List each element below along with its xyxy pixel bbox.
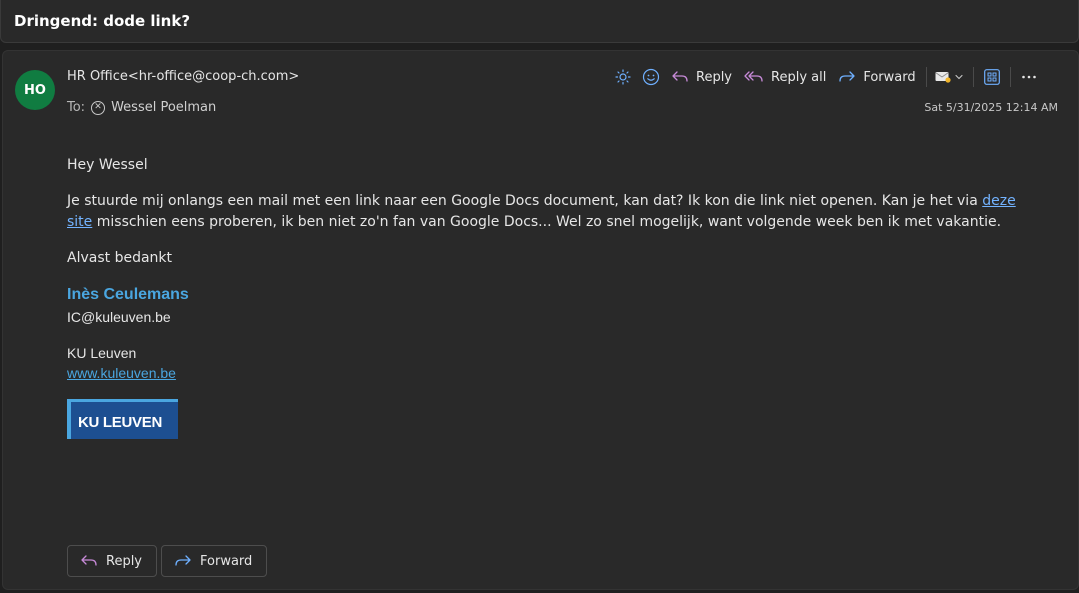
forward-button[interactable]: Forward (832, 64, 921, 90)
reply-all-icon (744, 71, 763, 82)
reply-all-button[interactable]: Reply all (738, 64, 832, 90)
recipients-line: To: ✕ Wessel Poelman (67, 100, 216, 115)
message-toolbar: Reply Reply all Forward (609, 64, 1043, 90)
bottom-reply-label: Reply (106, 553, 143, 569)
signature-website-link[interactable]: www.kuleuven.be (67, 365, 176, 381)
body-paragraph: Je stuurde mij onlangs een mail met een … (67, 191, 1027, 233)
body-text-before-link: Je stuurde mij onlangs een mail met een … (67, 193, 983, 209)
reply-all-label: Reply all (771, 69, 827, 85)
body-text-after-link: misschien eens proberen, ik ben niet zo'… (92, 214, 1002, 230)
forward-icon (175, 555, 191, 566)
forward-label: Forward (863, 69, 916, 85)
bottom-actions: Reply Forward (67, 545, 268, 577)
more-options-icon (1021, 75, 1036, 79)
recipient-name[interactable]: Wessel Poelman (111, 100, 216, 115)
signature-email: IC@kuleuven.be (67, 309, 171, 325)
sender[interactable]: HR Office<hr-office@coop-ch.com> (67, 69, 299, 84)
message-date: Sat 5/31/2025 12:14 AM (924, 101, 1058, 114)
avatar[interactable]: HO (15, 70, 55, 110)
envelope-icon (935, 72, 951, 83)
chevron-down-icon (955, 74, 963, 80)
reply-icon (81, 555, 97, 566)
apps-grid-icon (983, 69, 1000, 85)
subject-bar: Dringend: dode link? (0, 0, 1079, 43)
recipient-status-icon: ✕ (91, 100, 106, 115)
ku-leuven-logo: KU LEUVEN (67, 399, 178, 439)
bottom-forward-label: Forward (200, 553, 253, 569)
smiley-icon (642, 68, 660, 86)
signature-name: Inès Ceulemans (67, 286, 189, 303)
sun-icon (615, 69, 631, 85)
bottom-reply-button[interactable]: Reply (67, 545, 158, 577)
toolbar-divider (972, 67, 974, 87)
reaction-button[interactable] (637, 64, 665, 90)
closing-line: Alvast bedankt (67, 250, 172, 266)
to-label: To: (67, 100, 86, 115)
toolbar-divider (925, 67, 927, 87)
reply-icon (672, 71, 688, 82)
apps-button[interactable] (978, 64, 1006, 90)
reply-button[interactable]: Reply (665, 64, 738, 90)
greeting: Hey Wessel (67, 157, 148, 173)
bottom-forward-button[interactable]: Forward (161, 545, 268, 577)
signature-org: KU Leuven (67, 345, 137, 361)
reply-label: Reply (696, 69, 733, 85)
message-panel: HO HR Office<hr-office@coop-ch.com> To: … (2, 50, 1079, 590)
message-body: Hey Wessel Je stuurde mij onlangs een ma… (67, 155, 1027, 439)
forward-icon (839, 71, 855, 82)
logo-text: KU LEUVEN (78, 414, 162, 431)
more-actions-button[interactable] (1015, 64, 1043, 90)
subject-title: Dringend: dode link? (14, 12, 191, 30)
brightness-button[interactable] (609, 64, 637, 90)
toolbar-divider (1009, 67, 1011, 87)
mark-unread-dropdown[interactable] (931, 64, 969, 90)
